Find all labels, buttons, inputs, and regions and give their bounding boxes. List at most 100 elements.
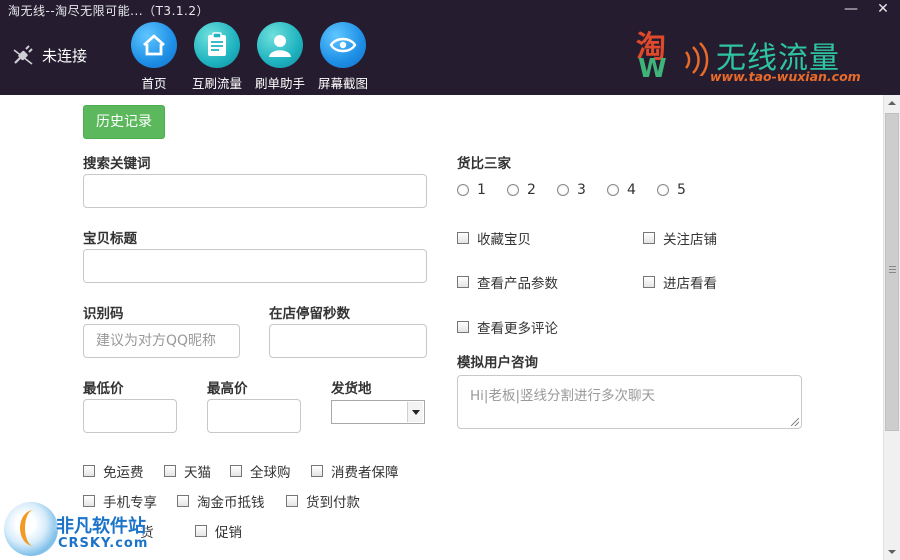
vertical-scrollbar[interactable]	[883, 95, 900, 560]
brand-mark-letter: W	[638, 54, 667, 84]
idcode-label: 识别码	[83, 306, 124, 322]
follow-shop-checkbox[interactable]: 关注店铺	[643, 228, 717, 248]
eye-icon	[320, 22, 366, 68]
stay-seconds-input[interactable]	[269, 324, 427, 358]
max-price-input[interactable]	[207, 399, 301, 433]
app-header: 淘无线--淘尽无限可能...（T3.1.2） — ✕ 未连接 首页 互刷流量 刷…	[0, 0, 900, 95]
connection-status-label: 未连接	[42, 46, 88, 65]
radio-circle-icon	[607, 184, 619, 196]
checkbox-label: 全球购	[250, 465, 291, 481]
compare-option-5[interactable]: 5	[657, 182, 686, 198]
checkbox-label: 关注店铺	[663, 232, 717, 248]
checkbox-box-icon	[643, 276, 655, 288]
checkbox-box-icon	[643, 232, 655, 244]
visit-shop-checkbox[interactable]: 进店看看	[643, 272, 717, 292]
wifi-waves-icon	[684, 42, 709, 76]
user-icon	[257, 22, 303, 68]
consult-textarea[interactable]: Hi|老板|竖线分割进行多次聊天	[457, 375, 802, 429]
checkbox-box-icon	[83, 465, 95, 477]
nav-screenshot[interactable]: 屏幕截图	[313, 22, 373, 92]
consult-placeholder: Hi|老板|竖线分割进行多次聊天	[470, 388, 655, 404]
radio-circle-icon	[557, 184, 569, 196]
checkbox-label: 进店看看	[663, 276, 717, 292]
nav-order-assistant[interactable]: 刷单助手	[250, 22, 310, 92]
title-label: 宝贝标题	[83, 231, 137, 247]
ship-from-select[interactable]	[331, 400, 425, 424]
checkbox-box-icon	[457, 232, 469, 244]
checkbox-box-icon	[286, 495, 298, 507]
favorite-item-checkbox[interactable]: 收藏宝贝	[457, 228, 531, 248]
compare-option-label: 3	[577, 182, 586, 198]
nav-screenshot-label: 屏幕截图	[317, 76, 368, 91]
history-button[interactable]: 历史记录	[83, 105, 165, 139]
checkbox-box-icon	[457, 276, 469, 288]
checkbox-box-icon	[311, 465, 323, 477]
tmall-checkbox[interactable]: 天猫	[164, 461, 211, 481]
scrollbar-thumb[interactable]	[885, 113, 899, 431]
close-button[interactable]: ✕	[868, 0, 898, 20]
chevron-down-icon	[407, 402, 423, 422]
compare-option-2[interactable]: 2	[507, 182, 536, 198]
checkbox-label: 消费者保障	[331, 465, 399, 481]
consult-label: 模拟用户咨询	[457, 355, 538, 371]
global-buy-checkbox[interactable]: 全球购	[230, 461, 291, 481]
idcode-input[interactable]: 建议为对方QQ昵称	[83, 324, 240, 358]
checkbox-label: 天猫	[184, 465, 211, 481]
compare-option-label: 4	[627, 182, 636, 198]
compare-option-3[interactable]: 3	[557, 182, 586, 198]
view-params-checkbox[interactable]: 查看产品参数	[457, 272, 558, 292]
brand-logo: 淘 W 无线流量 www.tao-wuxian.com	[636, 28, 876, 88]
clipboard-icon	[194, 22, 240, 68]
checkbox-box-icon	[195, 525, 207, 537]
checkbox-box-icon	[164, 465, 176, 477]
nav-traffic[interactable]: 互刷流量	[187, 22, 247, 92]
checkbox-label: 促销	[215, 525, 242, 541]
scroll-down-arrow-icon[interactable]	[884, 543, 900, 560]
task-form: 历史记录 搜索关键词 宝贝标题 识别码 建议为对方QQ昵称 在店停留秒数 最低价…	[0, 95, 883, 560]
resize-grip-icon[interactable]	[791, 418, 799, 426]
nav-order-assistant-label: 刷单助手	[254, 76, 305, 91]
nav-home[interactable]: 首页	[124, 22, 184, 92]
plug-disconnected-icon	[13, 45, 33, 65]
compare-option-label: 5	[677, 182, 686, 198]
title-input[interactable]	[83, 249, 427, 283]
radio-circle-icon	[657, 184, 669, 196]
watermark-cn: 非凡软件站	[56, 516, 146, 537]
cash-on-delivery-checkbox[interactable]: 货到付款	[286, 491, 360, 511]
promotion-checkbox[interactable]: 促销	[195, 521, 242, 541]
radio-circle-icon	[507, 184, 519, 196]
connection-status[interactable]: 未连接	[12, 44, 87, 66]
taojinbi-checkbox[interactable]: 淘金币抵钱	[177, 491, 265, 511]
max-price-label: 最高价	[207, 381, 248, 397]
more-reviews-checkbox[interactable]: 查看更多评论	[457, 317, 558, 337]
crsky-logo-icon	[4, 502, 58, 556]
checkbox-label: 淘金币抵钱	[197, 495, 265, 511]
watermark: 非凡软件站 CRSKY.com	[0, 498, 160, 560]
checkbox-box-icon	[177, 495, 189, 507]
keyword-label: 搜索关键词	[83, 156, 151, 172]
consumer-protection-checkbox[interactable]: 消费者保障	[311, 461, 399, 481]
compare-option-4[interactable]: 4	[607, 182, 636, 198]
scroll-up-arrow-icon[interactable]	[884, 95, 900, 112]
grip-lines-icon	[889, 266, 896, 273]
watermark-en: CRSKY.com	[58, 536, 149, 551]
minimize-button[interactable]: —	[836, 0, 866, 20]
window-title: 淘无线--淘尽无限可能...（T3.1.2）	[8, 4, 209, 18]
keyword-input[interactable]	[83, 174, 427, 208]
checkbox-label: 免运费	[103, 465, 144, 481]
compare-option-1[interactable]: 1	[457, 182, 486, 198]
checkbox-label: 收藏宝贝	[477, 232, 531, 248]
checkbox-label: 查看更多评论	[477, 321, 558, 337]
ship-from-label: 发货地	[331, 381, 372, 397]
min-price-input[interactable]	[83, 399, 177, 433]
compare-label: 货比三家	[457, 156, 511, 172]
nav-traffic-label: 互刷流量	[191, 76, 242, 91]
free-shipping-checkbox[interactable]: 免运费	[83, 461, 144, 481]
stay-seconds-label: 在店停留秒数	[269, 306, 350, 322]
nav-home-label: 首页	[141, 76, 167, 91]
home-icon	[131, 22, 177, 68]
brand-url: www.tao-wuxian.com	[710, 69, 861, 84]
checkbox-label: 查看产品参数	[477, 276, 558, 292]
checkbox-label: 货到付款	[306, 495, 360, 511]
checkbox-box-icon	[457, 321, 469, 333]
